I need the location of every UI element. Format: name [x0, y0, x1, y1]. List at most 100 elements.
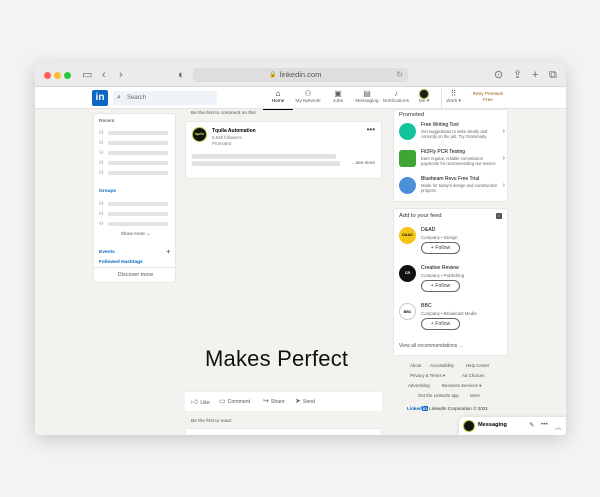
company-name[interactable]: BBC: [421, 303, 432, 309]
recent-item[interactable]: ⚇: [99, 170, 173, 176]
share-button[interactable]: ↪ Share: [263, 397, 285, 405]
post-image-text: Makes Perfect: [205, 346, 349, 371]
company-suggestion: BBC BBC Company • Broadcast Media + Foll…: [399, 303, 507, 339]
add-to-feed-title: Add to your feed: [399, 213, 442, 219]
more-options-icon[interactable]: •••: [367, 125, 375, 134]
nav-work[interactable]: ⠿ Work ▾: [441, 89, 465, 108]
recent-item[interactable]: ⚇: [99, 160, 173, 166]
chevron-right-icon: ›: [502, 128, 505, 135]
follow-button[interactable]: + Follow: [421, 242, 460, 254]
add-event-icon[interactable]: +: [166, 247, 171, 256]
group-item[interactable]: ⚇: [99, 211, 173, 217]
tabs-overview-icon[interactable]: ⧉: [549, 68, 557, 82]
recent-item[interactable]: ⚇: [99, 140, 173, 146]
group-icon: ⚇: [99, 150, 104, 156]
view-all-recommendations-link[interactable]: View all recommendations →: [399, 343, 464, 349]
ad-item[interactable]: Free Writing Tool Get suggestions to wri…: [399, 122, 507, 146]
nav-notifications[interactable]: ♪ Notifications: [381, 89, 411, 108]
sidebar-icon[interactable]: ▭: [82, 68, 92, 82]
company-avatar[interactable]: tquila: [192, 127, 207, 142]
post-card: tquila Tquila Automation 5,948 followers…: [185, 121, 382, 179]
nav-me[interactable]: Me ▾: [413, 89, 435, 108]
minimize-window-button[interactable]: [54, 72, 61, 79]
messaging-label: Messaging: [478, 422, 507, 428]
send-button[interactable]: ➤ Send: [295, 397, 315, 405]
nav-my-network-label: My Network: [295, 99, 321, 104]
dandad-logo[interactable]: D&AD: [399, 227, 416, 244]
zoom-window-button[interactable]: [64, 72, 71, 79]
more-options-icon[interactable]: •••: [541, 421, 548, 428]
footer-link[interactable]: About: [410, 363, 421, 368]
chevron-down-icon: ▾: [457, 99, 461, 104]
groups-link[interactable]: Groups: [99, 189, 116, 194]
shield-icon[interactable]: ◐: [178, 68, 185, 82]
like-button[interactable]: 👍︎ Like: [191, 397, 210, 406]
recent-item[interactable]: ⚇: [99, 150, 173, 156]
see-more-link[interactable]: ...see more: [352, 160, 375, 165]
promoted-panel: Promoted Free Writing Tool Get suggestio…: [393, 109, 508, 202]
address-bar[interactable]: 🔒 linkedin.com ↻: [193, 68, 408, 82]
reload-icon[interactable]: ↻: [396, 68, 403, 82]
nav-notifications-label: Notifications: [382, 99, 410, 104]
nav-home[interactable]: ⌂ Home: [263, 89, 293, 110]
ad-desc: Made for today's design and construction…: [421, 183, 498, 194]
fit2fly-logo: [399, 150, 416, 167]
footer-link[interactable]: Advertising: [408, 383, 430, 388]
bell-icon: ♪: [394, 89, 398, 98]
events-link[interactable]: Events: [99, 250, 115, 255]
compose-icon[interactable]: ✎: [529, 421, 534, 429]
ad-name: Fit2Fly PCR Testing: [421, 149, 466, 155]
group-icon: ⚇: [99, 160, 104, 166]
url-text: linkedin.com: [279, 70, 322, 79]
forward-icon[interactable]: ›: [119, 68, 123, 82]
post-followers: 5,948 followers: [212, 135, 242, 140]
linkedin-logo[interactable]: in: [92, 90, 108, 106]
group-icon: ⚇: [99, 170, 104, 176]
new-tab-icon[interactable]: +: [532, 68, 538, 82]
footer-link[interactable]: Help Center: [466, 363, 489, 368]
ad-item[interactable]: Bluebeam Revu Free Trial Made for today'…: [399, 176, 507, 200]
add-to-feed-panel: Add to your feed i D&AD D&AD Company • D…: [393, 208, 508, 356]
footer-copyright: Linkedin LinkedIn Corporation © 2021: [407, 406, 488, 411]
footer-link[interactable]: Ad Choices: [462, 373, 484, 378]
download-icon[interactable]: ⊙: [494, 68, 503, 82]
bbc-logo[interactable]: BBC: [399, 303, 416, 320]
ad-item[interactable]: Fit2Fly PCR Testing Earn regular, reliab…: [399, 149, 507, 173]
follow-button[interactable]: + Follow: [421, 318, 460, 330]
footer-link[interactable]: More: [470, 393, 480, 398]
group-item[interactable]: ⚇: [99, 221, 173, 227]
hashtags-link[interactable]: Followed Hashtags: [99, 260, 143, 265]
linkedin-wordmark: Linked: [407, 406, 422, 411]
post-promoted: Promoted: [212, 141, 232, 146]
nav-my-network[interactable]: ⚇ My Network: [293, 89, 323, 108]
footer-link[interactable]: Accessibility: [430, 363, 454, 368]
footer-link[interactable]: Get the LinkedIn app: [418, 393, 459, 398]
briefcase-icon: ▣: [334, 89, 342, 98]
premium-link[interactable]: Retry Premium Free: [468, 91, 508, 103]
company-name[interactable]: Creative Review: [421, 265, 459, 271]
search-input[interactable]: ⌕ Search: [113, 91, 217, 105]
follow-button[interactable]: + Follow: [421, 280, 460, 292]
back-icon[interactable]: ‹: [102, 68, 106, 82]
recent-item[interactable]: ⚇: [99, 130, 173, 136]
close-window-button[interactable]: [44, 72, 51, 79]
comment-button[interactable]: ▭ Comment: [219, 397, 250, 405]
nav-home-label: Home: [271, 99, 285, 104]
messaging-bar[interactable]: Messaging ✎ ••• ︿: [459, 417, 566, 435]
post-author[interactable]: Tquila Automation: [212, 128, 256, 134]
chevron-up-icon[interactable]: ︿: [555, 421, 562, 431]
creative-review-logo[interactable]: CR: [399, 265, 416, 282]
grammarly-logo: [399, 123, 416, 140]
discover-more-button[interactable]: Discover more: [94, 267, 177, 282]
share-icon[interactable]: ⇪: [513, 68, 522, 82]
nav-jobs[interactable]: ▣ Jobs: [323, 89, 353, 108]
company-name[interactable]: D&AD: [421, 227, 435, 233]
nav-messaging[interactable]: ▤ Messaging: [352, 89, 382, 108]
show-more-button[interactable]: Show more ⌄: [94, 232, 177, 237]
footer-link[interactable]: Privacy & Terms ▾: [410, 373, 445, 379]
footer-link[interactable]: Business Services ▾: [442, 383, 481, 389]
info-icon[interactable]: i: [496, 213, 502, 219]
share-icon: ↪: [263, 398, 269, 405]
post-text-line: [192, 161, 340, 166]
group-item[interactable]: ⚇: [99, 201, 173, 207]
